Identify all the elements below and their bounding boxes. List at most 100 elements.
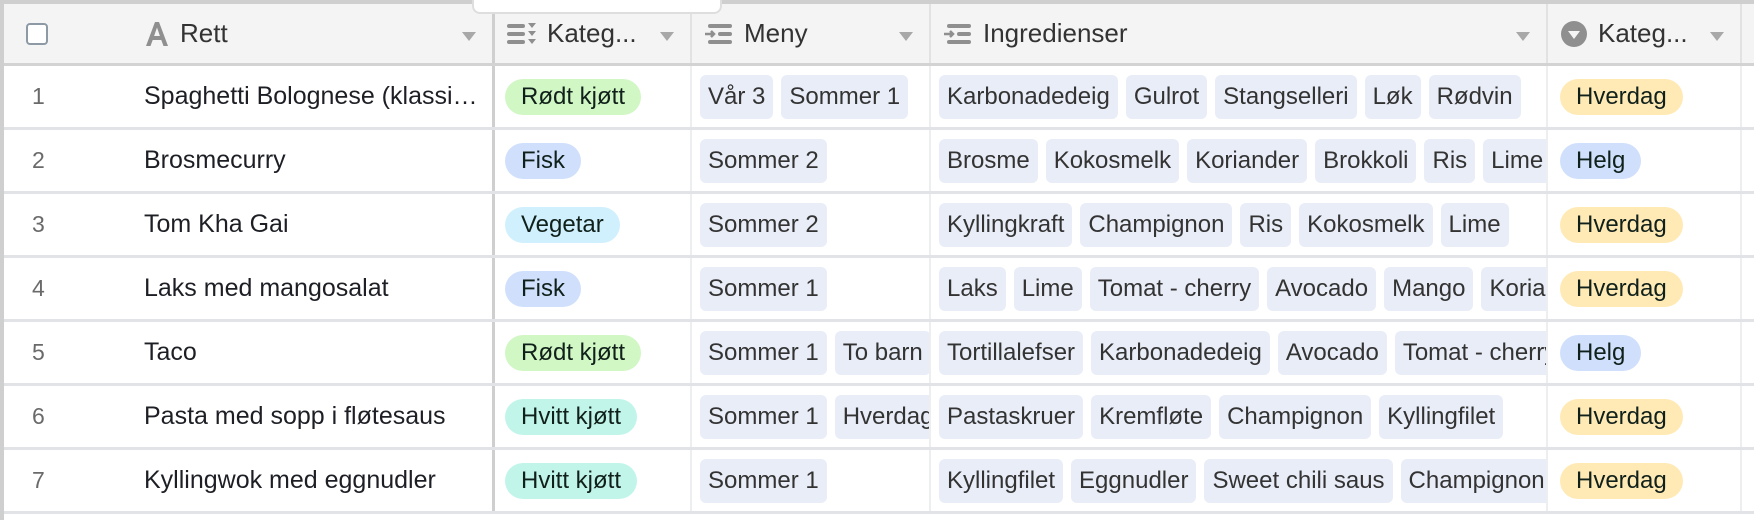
- rett-cell[interactable]: Spaghetti Bolognese (klassisk): [144, 66, 495, 127]
- ingrediens-tag[interactable]: Lime: [1483, 138, 1546, 183]
- ingrediens-tag[interactable]: Brokkoli: [1315, 138, 1417, 183]
- meny-cell[interactable]: Sommer 2: [692, 194, 931, 255]
- ingrediens-tag[interactable]: Rødvin: [1428, 74, 1521, 119]
- ingrediens-tag[interactable]: Tomat - cherry: [1089, 266, 1260, 311]
- meny-tag[interactable]: Sommer 1: [700, 266, 827, 311]
- ingrediens-tag[interactable]: Avocado: [1277, 330, 1387, 375]
- ingrediens-tag[interactable]: Pastaskruer: [939, 394, 1084, 439]
- rett-cell[interactable]: Tom Kha Gai: [144, 194, 495, 255]
- select-all-checkbox[interactable]: [26, 22, 48, 45]
- ingrediens-tag[interactable]: Champignon: [1400, 458, 1546, 503]
- column-header-ingredienser[interactable]: Ingredienser: [931, 4, 1548, 63]
- table-row[interactable]: 2 Brosmecurry Fisk Sommer 2 Brosme Kokosmelk K…: [4, 130, 1754, 194]
- rett-cell[interactable]: Pasta med sopp i fløtesaus: [144, 386, 495, 447]
- ingrediens-tag[interactable]: Løk: [1364, 74, 1421, 119]
- type-cell[interactable]: Hverdag: [1548, 194, 1742, 255]
- ingredienser-cell[interactable]: Pastaskruer Kremfløte Champignon Kyllingfil…: [931, 386, 1548, 447]
- type-cell[interactable]: Hverdag: [1548, 66, 1742, 127]
- ingredienser-cell[interactable]: Brosme Kokosmelk Koriander Brokkoli Ris Lime: [931, 130, 1548, 191]
- type-cell[interactable]: Hverdag: [1548, 450, 1742, 511]
- kategori-cell[interactable]: Rødt kjøtt: [495, 322, 692, 383]
- ingrediens-tag[interactable]: Mango: [1384, 266, 1474, 311]
- meny-tag[interactable]: To barn: [834, 330, 929, 375]
- table-row[interactable]: 3 Tom Kha Gai Vegetar Sommer 2 Kyllingkraft C…: [4, 194, 1754, 258]
- ingrediens-tag[interactable]: Gulrot: [1125, 74, 1208, 119]
- ingrediens-tag[interactable]: Brosme: [939, 138, 1038, 183]
- ingrediens-tag[interactable]: Tortillalefser: [939, 330, 1084, 375]
- kategori-cell[interactable]: Fisk: [495, 258, 692, 319]
- ingrediens-tag[interactable]: Kyllingkraft: [939, 202, 1073, 247]
- type-cell[interactable]: Hverdag: [1548, 386, 1742, 447]
- kategori-cell[interactable]: Hvitt kjøtt: [495, 450, 692, 511]
- rett-cell[interactable]: Laks med mangosalat: [144, 258, 495, 319]
- table-row[interactable]: 7 Kyllingwok med eggnudler Hvitt kjøtt Somm…: [4, 450, 1754, 514]
- column-header-kategori-type[interactable]: Kateg...: [1548, 4, 1742, 63]
- ingrediens-tag[interactable]: Lime: [1013, 266, 1082, 311]
- recipe-name: Laks med mangosalat: [144, 274, 389, 302]
- kategori-cell[interactable]: Fisk: [495, 130, 692, 191]
- type-pill: Hverdag: [1560, 78, 1683, 115]
- meny-tag[interactable]: Sommer 1: [700, 394, 827, 439]
- ingrediens-tag[interactable]: Kyllingfilet: [1379, 394, 1504, 439]
- ingredienser-cell[interactable]: Karbonadedeig Gulrot Stangselleri Løk Rødvin: [931, 66, 1548, 127]
- type-pill: Helg: [1560, 334, 1642, 371]
- ingrediens-tag[interactable]: Tomat - cherry: [1394, 330, 1546, 375]
- meny-tag[interactable]: Vår 3: [700, 74, 774, 119]
- ingrediens-tag[interactable]: Sweet chili saus: [1204, 458, 1393, 503]
- ingrediens-tag[interactable]: Champignon: [1080, 202, 1233, 247]
- ingrediens-tag[interactable]: Laks: [939, 266, 1006, 311]
- type-cell[interactable]: Hverdag: [1548, 258, 1742, 319]
- meny-tag[interactable]: Sommer 2: [700, 138, 827, 183]
- meny-cell[interactable]: Sommer 1: [692, 450, 931, 511]
- kategori-cell[interactable]: Vegetar: [495, 194, 692, 255]
- rett-cell[interactable]: Taco: [144, 322, 495, 383]
- meny-cell[interactable]: Sommer 1: [692, 258, 931, 319]
- ingredienser-cell[interactable]: Tortillalefser Karbonadedeig Avocado Tomat …: [931, 322, 1548, 383]
- meny-tag[interactable]: Sommer 2: [700, 202, 827, 247]
- kategori-cell[interactable]: Rødt kjøtt: [495, 66, 692, 127]
- table-row[interactable]: 5 Taco Rødt kjøtt Sommer 1 To barn Tortillale…: [4, 322, 1754, 386]
- ingrediens-tag[interactable]: Koriander: [1481, 266, 1546, 311]
- meny-tag[interactable]: Sommer 1: [781, 74, 909, 119]
- ingredienser-cell[interactable]: LaksLimeTomat - cherryAvocadoMangoKorian…: [931, 258, 1548, 319]
- ingrediens-tag[interactable]: Lime: [1440, 202, 1509, 247]
- table-row[interactable]: 4 Laks med mangosalat Fisk Sommer 1 Laks Lime…: [4, 258, 1754, 322]
- meny-cell[interactable]: Sommer 1 Hverdag: [692, 386, 931, 447]
- chevron-down-icon[interactable]: [899, 32, 913, 41]
- table-row[interactable]: 6 Pasta med sopp i fløtesaus Hvitt kjøtt So…: [4, 386, 1754, 450]
- ingrediens-tag[interactable]: Kremfløte: [1091, 394, 1212, 439]
- ingrediens-tag[interactable]: Kokosmelk: [1045, 138, 1180, 183]
- ingrediens-tag[interactable]: Kokosmelk: [1299, 202, 1433, 247]
- column-header-meny[interactable]: Meny: [692, 4, 931, 63]
- meny-cell[interactable]: Sommer 1 To barn: [692, 322, 931, 383]
- ingrediens-tag[interactable]: Champignon: [1219, 394, 1372, 439]
- ingrediens-tag[interactable]: Stangselleri: [1215, 74, 1357, 119]
- chevron-down-icon[interactable]: [1516, 32, 1530, 41]
- ingrediens-tag[interactable]: Karbonadedeig: [939, 74, 1118, 119]
- ingrediens-tag[interactable]: Koriander: [1187, 138, 1308, 183]
- type-cell[interactable]: Helg: [1548, 322, 1742, 383]
- meny-cell[interactable]: Vår 3 Sommer 1: [692, 66, 931, 127]
- ingrediens-tag[interactable]: Avocado: [1267, 266, 1377, 311]
- meny-tag[interactable]: Sommer 1: [700, 330, 827, 375]
- chevron-down-icon[interactable]: [660, 32, 674, 41]
- ingrediens-tag[interactable]: Kyllingfilet: [939, 458, 1064, 503]
- ingredienser-cell[interactable]: Kyllingfilet Eggnudler Sweet chili saus Cha…: [931, 450, 1548, 511]
- rett-cell[interactable]: Brosmecurry: [144, 130, 495, 191]
- ingrediens-tag[interactable]: Ris: [1424, 138, 1476, 183]
- meny-tag[interactable]: Hverdag: [834, 394, 929, 439]
- table-row[interactable]: 1 Spaghetti Bolognese (klassisk) Rødt kjøt…: [4, 66, 1754, 130]
- column-header-rett[interactable]: Rett: [144, 4, 495, 63]
- meny-tag[interactable]: Sommer 1: [700, 458, 827, 503]
- chevron-down-icon[interactable]: [462, 32, 476, 41]
- ingrediens-tag[interactable]: Karbonadedeig: [1091, 330, 1270, 375]
- ingredienser-cell[interactable]: Kyllingkraft Champignon Ris Kokosmelk Lime: [931, 194, 1548, 255]
- row-number: 1: [32, 83, 45, 109]
- ingrediens-tag[interactable]: Eggnudler: [1071, 458, 1197, 503]
- ingrediens-tag[interactable]: Ris: [1240, 202, 1292, 247]
- rett-cell[interactable]: Kyllingwok med eggnudler: [144, 450, 495, 511]
- meny-cell[interactable]: Sommer 2: [692, 130, 931, 191]
- type-cell[interactable]: Helg: [1548, 130, 1742, 191]
- kategori-cell[interactable]: Hvitt kjøtt: [495, 386, 692, 447]
- chevron-down-icon[interactable]: [1710, 32, 1724, 41]
